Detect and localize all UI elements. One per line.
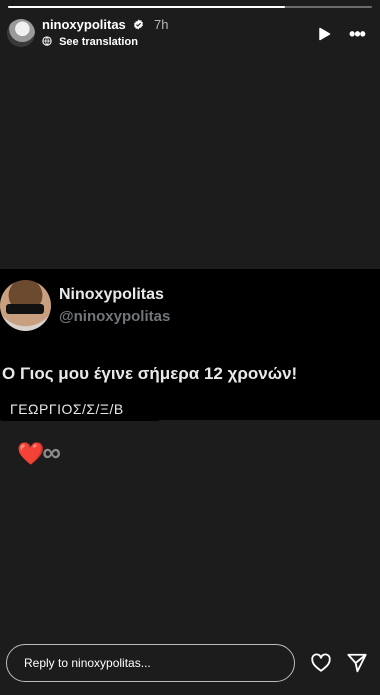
username[interactable]: ninoxypolitas: [42, 17, 126, 32]
heart-icon[interactable]: [310, 652, 332, 674]
tweet-author-avatar: [0, 280, 51, 331]
red-heart-emoji: ❤️: [17, 441, 45, 466]
play-icon[interactable]: [316, 26, 332, 42]
globe-icon: [42, 36, 52, 46]
user-avatar[interactable]: [7, 19, 35, 47]
name-label-box: ΓΕΩΡΓΙΟΣ/Σ/Ξ/Β: [1, 397, 159, 421]
see-translation-label: See translation: [59, 36, 138, 48]
post-age: 7h: [154, 17, 169, 32]
story-progress-bar: [8, 6, 372, 8]
see-translation-link[interactable]: See translation: [42, 36, 138, 48]
tweet-text: Ο Γιος μου έγινε σήμερα 12 χρονών!: [2, 364, 298, 383]
name-label: ΓΕΩΡΓΙΟΣ/Σ/Ξ/Β: [10, 401, 124, 417]
story-header: ninoxypolitas 7h See translation •••: [0, 12, 380, 56]
tweet-handle: @ninoxypolitas: [59, 308, 171, 325]
tweet-display-name: Ninoxypolitas: [59, 286, 164, 303]
story-progress-fill: [8, 6, 285, 8]
more-options-icon[interactable]: •••: [346, 25, 368, 43]
sunglasses-shape: [6, 304, 44, 314]
tweet-card: Ninoxypolitas @ninoxypolitas Ο Γιος μου …: [0, 269, 380, 421]
infinity-emoji: ∞: [42, 437, 61, 467]
emoji-sticker: ❤️∞: [17, 437, 61, 467]
reply-input[interactable]: [6, 644, 295, 682]
verified-badge-icon: [134, 19, 144, 30]
username-row: ninoxypolitas 7h: [42, 17, 169, 32]
send-icon[interactable]: [346, 652, 368, 674]
